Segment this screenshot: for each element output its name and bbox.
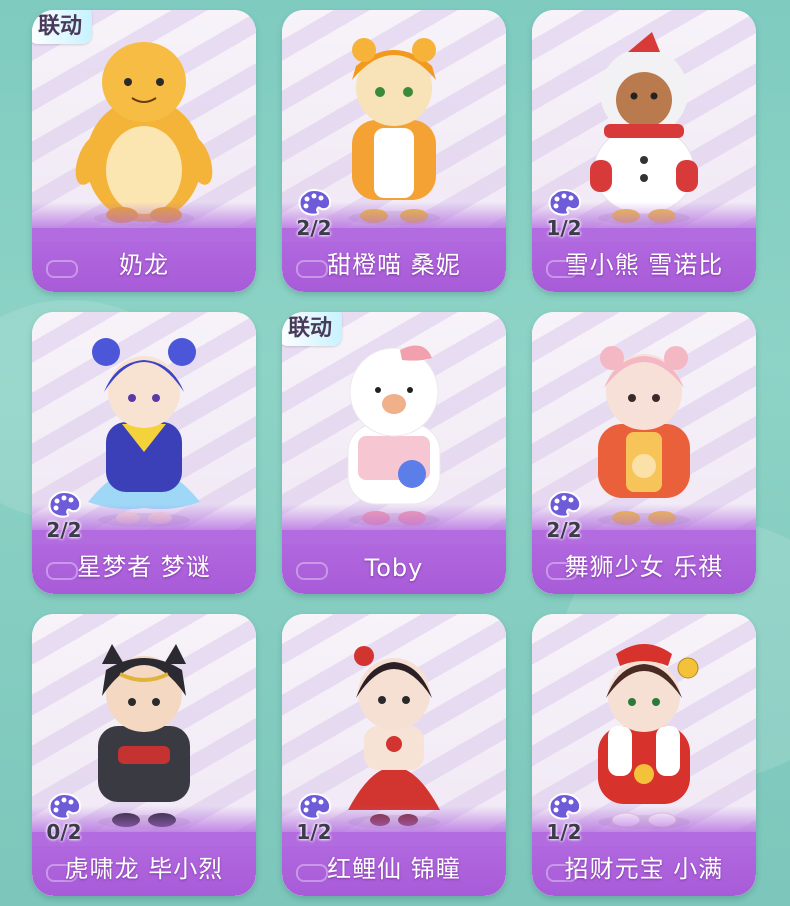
outfit-card[interactable]: 虎啸龙 毕小烈 0/2 <box>32 614 256 896</box>
outfit-name: Toby <box>364 554 424 582</box>
dye-count: 2/2 <box>546 518 582 542</box>
outfit-name: 舞狮少女 乐祺 <box>564 553 724 581</box>
dye-count: 1/2 <box>296 820 332 844</box>
outfit-card[interactable]: 舞狮少女 乐祺 2/2 <box>532 312 756 594</box>
dye-progress: 1/2 <box>540 792 588 850</box>
dye-count: 2/2 <box>46 518 82 542</box>
palette-icon <box>548 792 582 820</box>
dye-count: 1/2 <box>546 820 582 844</box>
outfit-name: 红鲤仙 锦瞳 <box>327 855 461 883</box>
collab-badge: 联动 <box>32 10 93 44</box>
dye-progress: 2/2 <box>290 188 338 246</box>
palette-icon <box>548 188 582 216</box>
outfit-name: 雪小熊 雪诺比 <box>564 251 724 279</box>
palette-icon <box>298 188 332 216</box>
name-bar: 奶龙 <box>32 202 256 292</box>
dye-count: 1/2 <box>546 216 582 240</box>
dye-count: 2/2 <box>296 216 332 240</box>
dye-progress: 2/2 <box>40 490 88 548</box>
outfit-name: 奶龙 <box>119 251 169 279</box>
outfit-name: 星梦者 梦谜 <box>77 553 211 581</box>
dye-count: 0/2 <box>46 820 82 844</box>
outfit-name: 虎啸龙 毕小烈 <box>64 855 224 883</box>
dye-progress: 2/2 <box>540 490 588 548</box>
palette-icon <box>48 792 82 820</box>
outfit-card[interactable]: 雪小熊 雪诺比 1/2 <box>532 10 756 292</box>
outfit-grid: 奶龙 联动 甜橙喵 桑妮 2/2 雪小熊 雪诺比 1/2 星梦者 梦谜 2/2 … <box>0 0 790 906</box>
dye-progress: 0/2 <box>40 792 88 850</box>
outfit-card[interactable]: 招财元宝 小满 1/2 <box>532 614 756 896</box>
outfit-name: 甜橙喵 桑妮 <box>327 251 461 279</box>
outfit-card[interactable]: Toby 联动 <box>282 312 506 594</box>
palette-icon <box>298 792 332 820</box>
outfit-card[interactable]: 奶龙 联动 <box>32 10 256 292</box>
palette-icon <box>48 490 82 518</box>
outfit-card[interactable]: 星梦者 梦谜 2/2 <box>32 312 256 594</box>
dye-progress: 1/2 <box>290 792 338 850</box>
name-bar: Toby <box>282 504 506 594</box>
collab-badge: 联动 <box>282 312 343 346</box>
outfit-name: 招财元宝 小满 <box>564 855 724 883</box>
outfit-card[interactable]: 红鲤仙 锦瞳 1/2 <box>282 614 506 896</box>
outfit-card[interactable]: 甜橙喵 桑妮 2/2 <box>282 10 506 292</box>
palette-icon <box>548 490 582 518</box>
dye-progress: 1/2 <box>540 188 588 246</box>
